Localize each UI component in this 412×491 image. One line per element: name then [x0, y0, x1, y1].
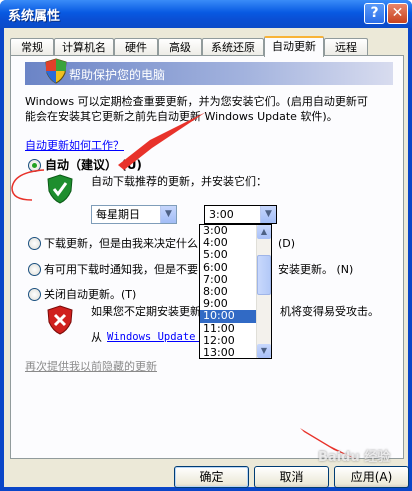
- annotation-arrow-top: [118, 112, 206, 170]
- annotation-circle: [11, 169, 45, 201]
- tab-automatic-updates[interactable]: 自动更新: [264, 36, 324, 57]
- system-properties-window: 系统属性 ? ✕ 常规 计算机名 硬件 高级 系统还原 自动更新 远程 帮助保护…: [0, 0, 412, 491]
- watermark: Baidu 经验: [318, 450, 391, 465]
- annotation-overlay: [11, 112, 358, 460]
